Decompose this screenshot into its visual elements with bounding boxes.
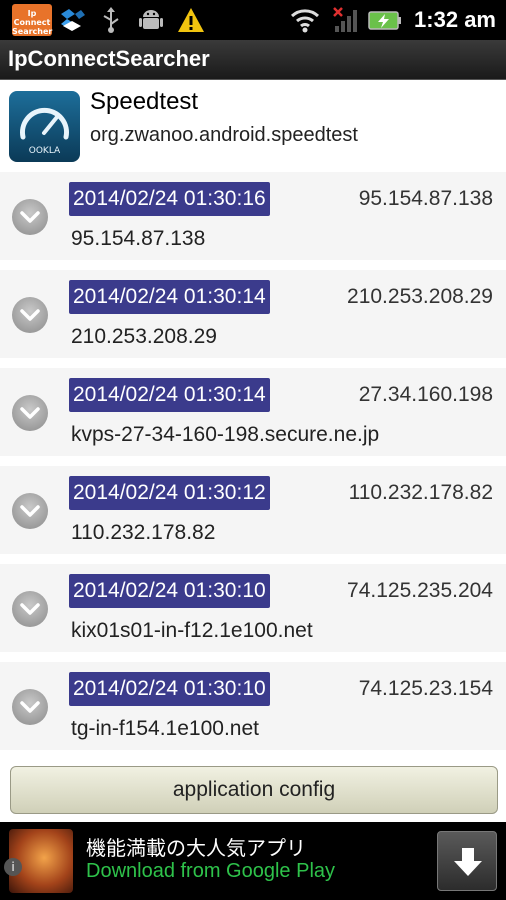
connection-row[interactable]: 2014/02/24 01:30:16 95.154.87.138 95.154…	[0, 172, 506, 260]
expand-chevron-icon[interactable]	[12, 297, 48, 333]
connection-host: kvps-27-34-160-198.secure.ne.jp	[71, 423, 380, 446]
clock: 1:32 am	[414, 7, 496, 32]
connection-ip: 74.125.235.204	[347, 579, 493, 602]
android-debug-icon	[139, 10, 163, 29]
speedtest-app-icon: OOKLA	[9, 91, 80, 162]
connection-timestamp: 2014/02/24 01:30:16	[69, 182, 270, 216]
app-title: IpConnectSearcher	[8, 46, 210, 71]
connection-host: tg-in-f154.1e100.net	[71, 717, 259, 740]
app-package: org.zwanoo.android.speedtest	[90, 124, 358, 146]
app-notification-icon: Ip Connect Searcher	[12, 4, 52, 36]
download-arrow-icon	[454, 848, 482, 876]
title-bar: IpConnectSearcher	[0, 40, 506, 80]
ad-info-icon[interactable]: i	[4, 858, 22, 876]
app-info-header: OOKLA Speedtest org.zwanoo.android.speed…	[0, 80, 506, 172]
ad-download-button[interactable]	[437, 831, 497, 891]
connection-ip: 210.253.208.29	[347, 285, 493, 308]
connection-host: 95.154.87.138	[71, 227, 206, 250]
connection-row[interactable]: 2014/02/24 01:30:14 27.34.160.198 kvps-2…	[0, 368, 506, 456]
expand-chevron-icon[interactable]	[12, 395, 48, 431]
connection-host: 110.232.178.82	[71, 521, 216, 544]
connection-ip: 95.154.87.138	[358, 187, 493, 210]
dropbox-icon	[61, 9, 85, 31]
connection-timestamp: 2014/02/24 01:30:10	[69, 672, 270, 706]
status-bar: Ip Connect Searcher 1:32 am	[0, 0, 506, 40]
expand-chevron-icon[interactable]	[12, 689, 48, 725]
connection-host: kix01s01-in-f12.1e100.net	[71, 619, 313, 642]
wifi-icon	[290, 9, 320, 33]
connection-timestamp: 2014/02/24 01:30:12	[69, 476, 270, 510]
connection-ip: 74.125.23.154	[358, 677, 493, 700]
connection-ip: 27.34.160.198	[358, 383, 493, 406]
ad-banner[interactable]: 機能満載の大人気アプリ Download from Google Play	[0, 822, 506, 900]
connection-row[interactable]: 2014/02/24 01:30:14 210.253.208.29 210.2…	[0, 270, 506, 358]
connection-host: 210.253.208.29	[71, 325, 217, 348]
expand-chevron-icon[interactable]	[12, 591, 48, 627]
battery-charging-icon	[368, 11, 401, 30]
connection-timestamp: 2014/02/24 01:30:10	[69, 574, 270, 608]
ad-title: 機能満載の大人気アプリ	[86, 836, 306, 860]
connection-row[interactable]: 2014/02/24 01:30:10 74.125.23.154 tg-in-…	[0, 662, 506, 750]
connection-row[interactable]: 2014/02/24 01:30:10 74.125.235.204 kix01…	[0, 564, 506, 652]
usb-icon	[103, 7, 119, 33]
expand-chevron-icon[interactable]	[12, 199, 48, 235]
connection-row[interactable]: 2014/02/24 01:30:12 110.232.178.82 110.2…	[0, 466, 506, 554]
no-signal-icon	[333, 7, 357, 32]
svg-text:OOKLA: OOKLA	[29, 146, 61, 156]
connection-timestamp: 2014/02/24 01:30:14	[69, 280, 270, 314]
expand-chevron-icon[interactable]	[12, 493, 48, 529]
ad-subtitle: Download from Google Play	[86, 860, 336, 882]
main-content: OOKLA Speedtest org.zwanoo.android.speed…	[0, 80, 506, 822]
warning-icon	[178, 8, 204, 32]
connection-timestamp: 2014/02/24 01:30:14	[69, 378, 270, 412]
connection-ip: 110.232.178.82	[348, 481, 493, 504]
application-config-button[interactable]: application config	[10, 766, 498, 814]
app-name: Speedtest	[90, 88, 199, 115]
